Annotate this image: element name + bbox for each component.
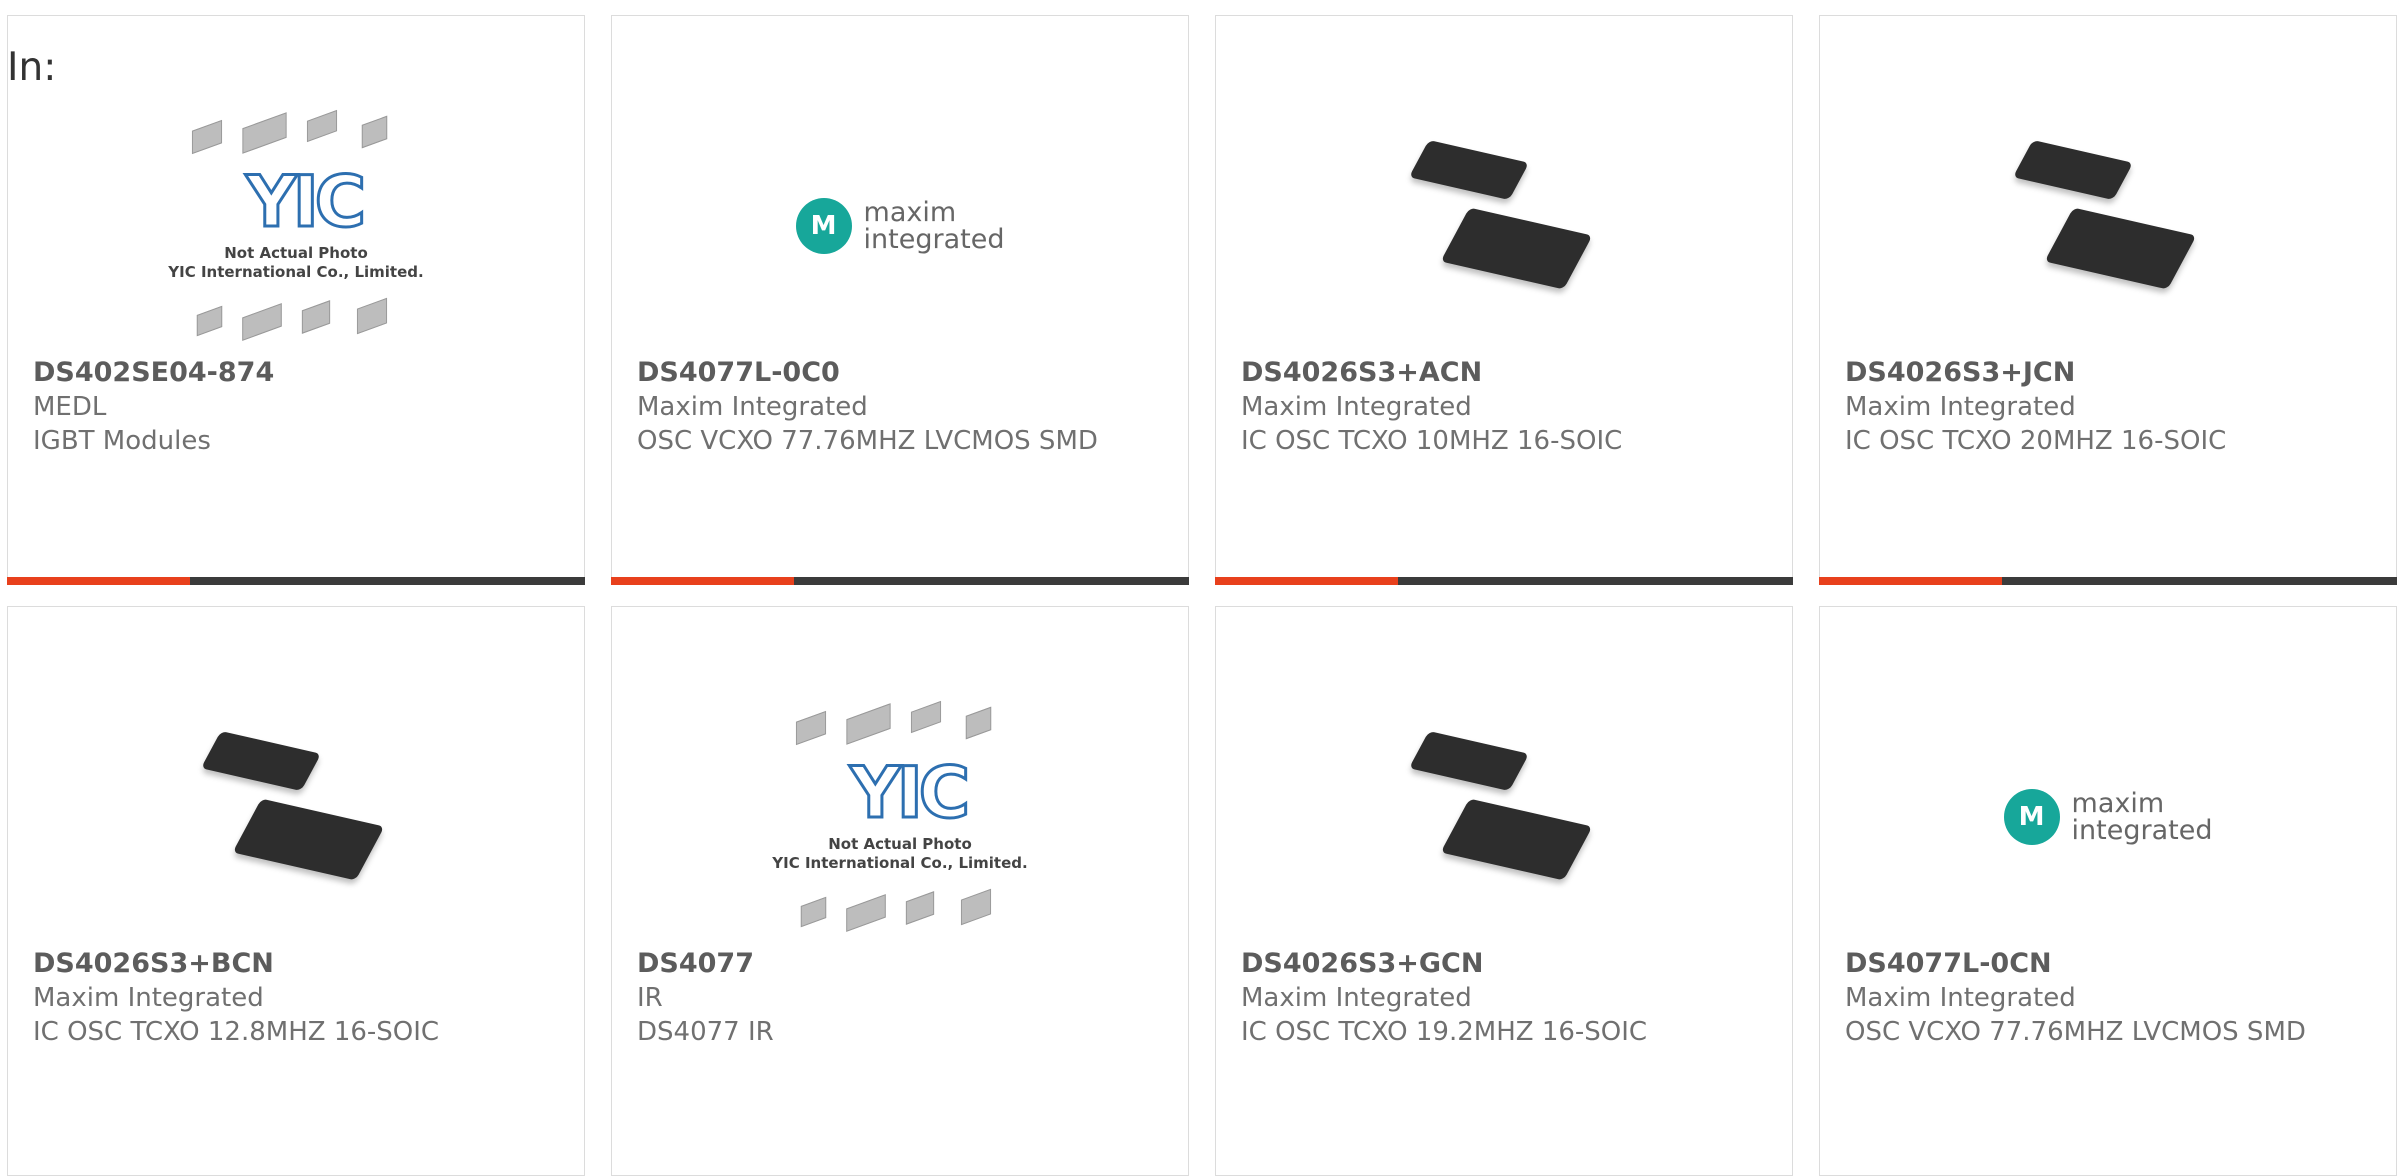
placeholder-caption: Not Actual Photo <box>828 835 972 853</box>
description: IGBT Modules <box>33 426 211 456</box>
soic-chip-image <box>1404 717 1604 917</box>
soic-chip-image <box>196 717 396 917</box>
soic-chip-image <box>1404 126 1604 326</box>
product-image: M maxim integrated <box>612 91 1188 361</box>
maxim-logo-icon: M <box>2003 789 2060 845</box>
placeholder-image: YIC Not Actual Photo YIC International C… <box>765 697 1035 937</box>
product-card[interactable]: M maxim integrated DS4077L-0CN Maxim Inte… <box>1819 606 2397 1176</box>
manufacturer: Maxim Integrated <box>1241 983 1472 1013</box>
placeholder-image: YIC Not Actual Photo YIC International C… <box>161 106 431 346</box>
card-accent-bar <box>611 577 1189 585</box>
card-accent-bar <box>1819 577 2397 585</box>
product-card[interactable]: DS4026S3+JCN Maxim Integrated IC OSC TCX… <box>1819 15 2397 585</box>
product-image: YIC Not Actual Photo YIC International C… <box>8 91 584 361</box>
yic-logo: YIC <box>848 751 971 836</box>
description: OSC VCXO 77.76MHZ LVCMOS SMD <box>637 426 1098 456</box>
part-number[interactable]: DS4026S3+JCN <box>1845 356 2376 390</box>
part-number[interactable]: DS4026S3+BCN <box>33 947 564 981</box>
description: IC OSC TCXO 10MHZ 16-SOIC <box>1241 426 1623 456</box>
soic-chip-image <box>2008 126 2208 326</box>
manufacturer: Maxim Integrated <box>1845 392 2076 422</box>
description: IC OSC TCXO 20MHZ 16-SOIC <box>1845 426 2227 456</box>
part-number[interactable]: DS4026S3+ACN <box>1241 356 1772 390</box>
placeholder-caption: Not Actual Photo <box>224 244 368 262</box>
product-image: YIC Not Actual Photo YIC International C… <box>612 682 1188 952</box>
card-accent-bar <box>7 577 585 585</box>
description: OSC VCXO 77.76MHZ LVCMOS SMD <box>1845 1017 2306 1047</box>
part-number[interactable]: DS4077L-0CN <box>1845 947 2376 981</box>
part-number[interactable]: DS4077L-0C0 <box>637 356 1168 390</box>
placeholder-company: YIC International Co., Limited. <box>168 263 424 281</box>
maxim-logo-word: maxim <box>2071 788 2165 819</box>
product-card[interactable]: YIC Not Actual Photo YIC International C… <box>611 606 1189 1176</box>
maxim-logo-icon: M <box>795 198 852 254</box>
manufacturer: Maxim Integrated <box>1241 392 1472 422</box>
yic-logo: YIC <box>244 160 367 245</box>
product-card[interactable]: YIC Not Actual Photo YIC International C… <box>7 15 585 585</box>
product-image: M maxim integrated <box>1820 682 2396 952</box>
part-number[interactable]: DS4026S3+GCN <box>1241 947 1772 981</box>
maxim-logo: M maxim integrated <box>795 197 1005 255</box>
manufacturer: IR <box>637 983 663 1013</box>
product-card[interactable]: DS4026S3+GCN Maxim Integrated IC OSC TCX… <box>1215 606 1793 1176</box>
product-image <box>1820 91 2396 361</box>
product-grid: YIC Not Actual Photo YIC International C… <box>0 0 2400 1176</box>
maxim-logo: M maxim integrated <box>2003 788 2213 846</box>
product-card[interactable]: M maxim integrated DS4077L-0C0 Maxim Inte… <box>611 15 1189 585</box>
product-image <box>1216 91 1792 361</box>
manufacturer: Maxim Integrated <box>33 983 264 1013</box>
maxim-logo-word2: integrated <box>2071 815 2213 846</box>
part-number[interactable]: DS402SE04-874 <box>33 356 564 390</box>
product-image <box>1216 682 1792 952</box>
maxim-logo-word2: integrated <box>863 224 1005 255</box>
maxim-logo-word: maxim <box>863 197 957 228</box>
part-number[interactable]: DS4077 <box>637 947 1168 981</box>
description: DS4077 IR <box>637 1017 774 1047</box>
card-accent-bar <box>1215 577 1793 585</box>
product-card[interactable]: DS4026S3+ACN Maxim Integrated IC OSC TCX… <box>1215 15 1793 585</box>
description: IC OSC TCXO 19.2MHZ 16-SOIC <box>1241 1017 1648 1047</box>
manufacturer: Maxim Integrated <box>637 392 868 422</box>
product-card[interactable]: DS4026S3+BCN Maxim Integrated IC OSC TCX… <box>7 606 585 1176</box>
manufacturer: MEDL <box>33 392 107 422</box>
product-image <box>8 682 584 952</box>
description: IC OSC TCXO 12.8MHZ 16-SOIC <box>33 1017 440 1047</box>
placeholder-company: YIC International Co., Limited. <box>772 854 1028 872</box>
section-heading: In: <box>7 45 57 90</box>
manufacturer: Maxim Integrated <box>1845 983 2076 1013</box>
